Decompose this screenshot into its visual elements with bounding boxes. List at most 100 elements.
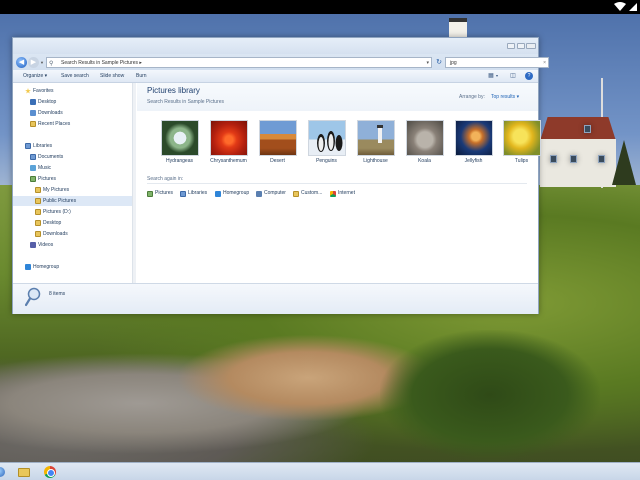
burn-button[interactable]: Burn: [136, 73, 147, 79]
search-results-icon: ⚲: [49, 61, 54, 67]
libraries-icon: [25, 143, 31, 149]
command-bar: Organize ▾ Save search Slide show Burn ▦…: [13, 70, 538, 83]
back-button[interactable]: ◀: [16, 57, 27, 68]
top-status-bar: [0, 0, 640, 14]
thumbnail-image: [406, 120, 444, 156]
help-icon[interactable]: ?: [525, 72, 533, 80]
search-again-label-text: Pictures: [155, 190, 174, 196]
view-dropdown-icon[interactable]: ▾: [493, 72, 501, 80]
thumbnail-item[interactable]: Koala: [402, 120, 447, 168]
nav-recent-places[interactable]: Recent Places: [13, 119, 132, 129]
arrange-by-dropdown[interactable]: Top results ▾: [491, 94, 519, 100]
organize-button[interactable]: Organize ▾: [23, 73, 47, 79]
nav-pictures[interactable]: Pictures: [13, 174, 132, 184]
nav-label: Homegroup: [33, 264, 60, 270]
nav-homegroup[interactable]: Homegroup: [13, 262, 132, 272]
wallpaper-house: [540, 117, 616, 187]
thumbnail-item[interactable]: Penguins: [304, 120, 349, 168]
wallpaper-flowers: [380, 330, 600, 460]
library-title: Pictures library: [147, 86, 200, 95]
music-icon: [30, 165, 36, 171]
navigation-pane: Favorites Desktop Downloads Recent Place…: [13, 83, 132, 283]
nav-desktop[interactable]: Desktop: [13, 97, 132, 107]
navigation-pane-scrollbar[interactable]: [132, 83, 136, 283]
folder-icon: [35, 198, 41, 204]
thumbnail-image: [259, 120, 297, 156]
search-again-label-text: Libraries: [188, 190, 208, 196]
details-pane: 8 items: [13, 283, 538, 314]
window-titlebar[interactable]: [13, 38, 538, 54]
maximize-button[interactable]: [517, 43, 525, 49]
house-roof: [540, 117, 616, 141]
clear-search-icon[interactable]: ×: [543, 58, 546, 68]
recent-pages-dropdown[interactable]: ▼: [40, 60, 44, 65]
thumbnail-item[interactable]: Jellyfish: [451, 120, 496, 168]
thumbnail-item[interactable]: Hydrangeas: [157, 120, 202, 168]
house-window: [570, 155, 577, 163]
thumbnail-caption: Hydrangeas: [166, 158, 193, 164]
nav-music[interactable]: Music: [13, 163, 132, 173]
minimize-button[interactable]: [507, 43, 515, 49]
preview-pane-icon[interactable]: ◫: [509, 72, 517, 80]
close-button[interactable]: [526, 43, 536, 49]
nav-libraries[interactable]: Libraries: [13, 141, 132, 151]
slide-show-button[interactable]: Slide show: [100, 73, 124, 79]
arrange-by-label: Arrange by:: [459, 94, 485, 100]
nav-label: Libraries: [33, 143, 53, 149]
house-window: [584, 125, 591, 133]
thumbnail-image: [161, 120, 199, 156]
nav-label: Documents: [38, 154, 64, 160]
address-bar[interactable]: ⚲ Search Results in Sample Pictures ▸ ▾: [46, 57, 432, 68]
thumbnail-caption: Lighthouse: [363, 158, 388, 164]
desktop-icon: [30, 99, 36, 105]
folder-icon: [35, 220, 41, 226]
forward-button[interactable]: ▶: [28, 57, 39, 68]
nav-favorites[interactable]: Favorites: [13, 86, 132, 96]
thumbnail-image: [455, 120, 493, 156]
penguins-icon: [317, 131, 343, 152]
taskbar-explorer[interactable]: [16, 465, 32, 479]
nav-label: Videos: [38, 242, 54, 248]
thumbnail-item[interactable]: Chrysanthemum: [206, 120, 251, 168]
file-list: Pictures library Search Results in Sampl…: [137, 83, 541, 283]
magnifier-icon: [25, 287, 41, 307]
search-input[interactable]: jpg ×: [445, 57, 549, 68]
explorer-window: ◀ ▶ ▼ ⚲ Search Results in Sample Picture…: [12, 37, 549, 314]
pictures-icon: [147, 191, 153, 197]
nav-label: Music: [38, 165, 52, 171]
thumbnail-item[interactable]: Desert: [255, 120, 300, 168]
address-dropdown-icon[interactable]: ▾: [426, 58, 429, 68]
refresh-button[interactable]: ↻: [434, 57, 444, 68]
thumbnail-item[interactable]: Tulips: [499, 120, 544, 168]
nav-pictures-desktop[interactable]: Desktop: [13, 218, 132, 228]
start-button[interactable]: [0, 465, 6, 479]
library-subtitle: Search Results in Sample Pictures: [147, 99, 224, 105]
lighthouse-icon: [377, 125, 383, 143]
internet-icon: [330, 191, 336, 197]
thumbnail-caption: Desert: [270, 158, 285, 164]
search-again-label-text: Computer: [264, 190, 286, 196]
search-again-label-text: Custom...: [301, 190, 323, 196]
taskbar-chrome[interactable]: [42, 465, 58, 479]
nav-downloads[interactable]: Downloads: [13, 108, 132, 118]
nav-documents[interactable]: Documents: [13, 152, 132, 162]
search-input-value: jpg: [450, 60, 457, 66]
nav-videos[interactable]: Videos: [13, 240, 132, 250]
nav-pictures-d[interactable]: Pictures (D:): [13, 207, 132, 217]
nav-label: Downloads: [43, 231, 68, 237]
thumbnail-caption: Chrysanthemum: [210, 158, 247, 164]
homegroup-icon: [25, 264, 31, 270]
save-search-button[interactable]: Save search: [61, 73, 89, 79]
thumbnail-image: [357, 120, 395, 156]
nav-label: My Pictures: [43, 187, 70, 193]
thumbnail-item[interactable]: Lighthouse: [353, 120, 398, 168]
downloads-icon: [30, 110, 36, 116]
signal-icon: [629, 3, 637, 11]
thumbnail-image: [210, 120, 248, 156]
nav-public-pictures[interactable]: Public Pictures: [13, 196, 132, 206]
nav-my-pictures[interactable]: My Pictures: [13, 185, 132, 195]
nav-pictures-downloads[interactable]: Downloads: [13, 229, 132, 239]
pictures-icon: [30, 176, 36, 182]
nav-label: Favorites: [33, 88, 54, 94]
folder-icon: [35, 231, 41, 237]
